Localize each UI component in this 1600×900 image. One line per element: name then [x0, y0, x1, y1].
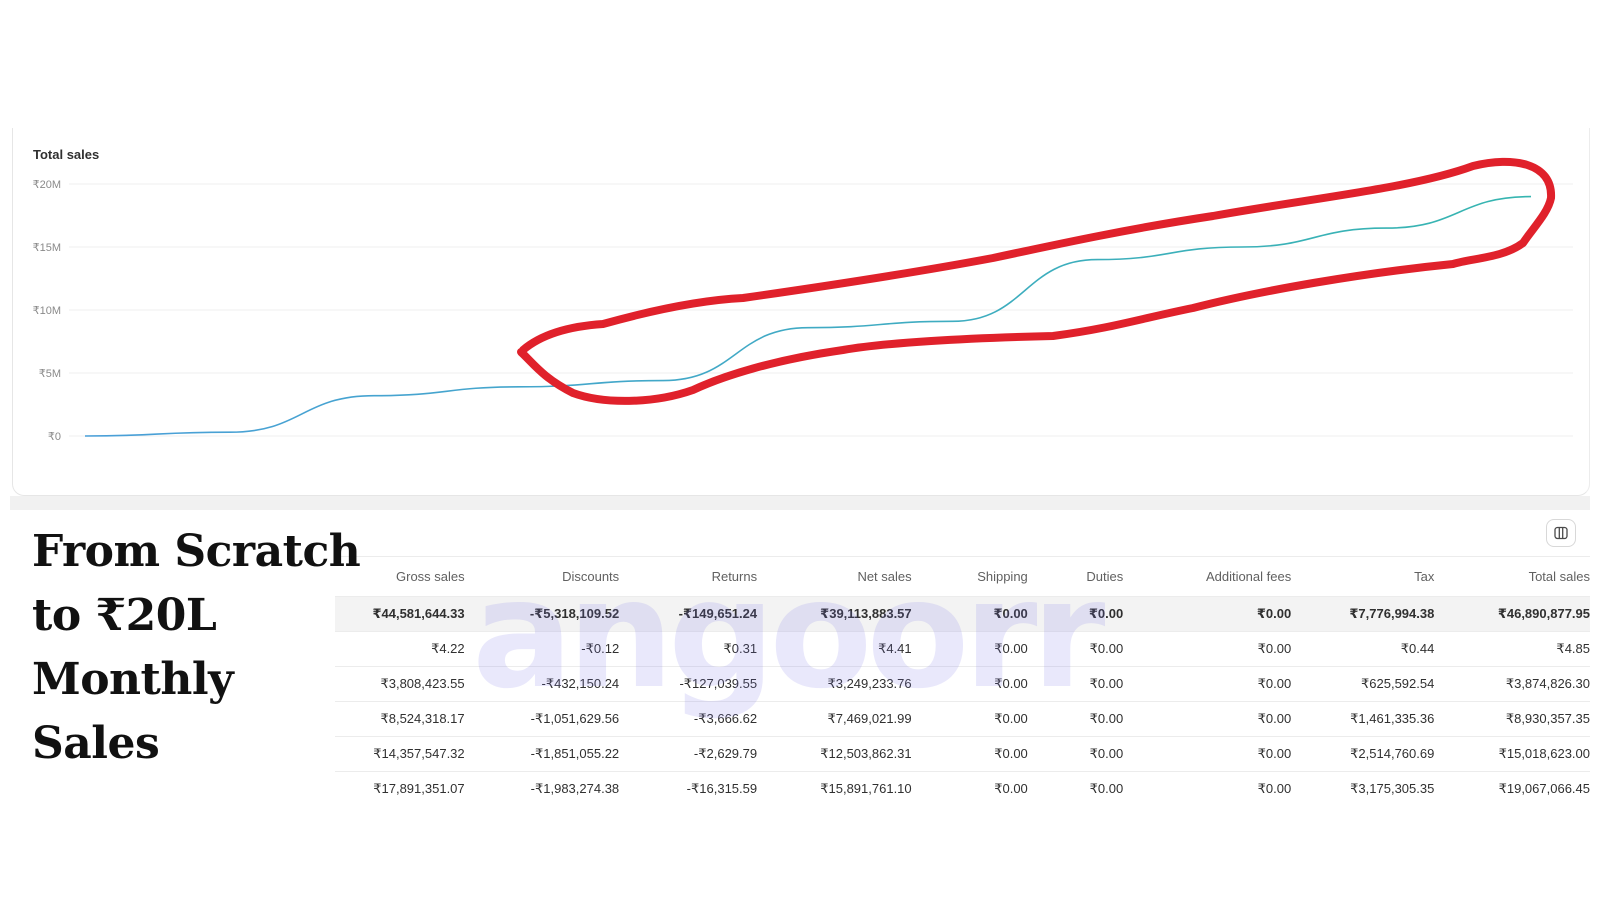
y-tick-label: ₹0: [48, 431, 61, 443]
summary-cell: ₹46,890,877.95: [1434, 595, 1590, 631]
table-cell: ₹0.00: [1123, 735, 1292, 771]
table-cell: ₹0.00: [1027, 665, 1124, 701]
series-line: [84, 195, 1532, 437]
table-cell: ₹8,930,357.35: [1434, 700, 1590, 736]
column-header[interactable]: Additional fees: [1123, 557, 1291, 596]
table-cell: -₹1,983,274.38: [464, 770, 620, 806]
table-cell: ₹0.44: [1291, 630, 1435, 666]
table-cell: ₹0.00: [911, 735, 1028, 771]
column-header[interactable]: Shipping: [912, 557, 1028, 596]
table-cell: ₹7,469,021.99: [757, 700, 912, 736]
column-header[interactable]: Returns: [619, 557, 758, 596]
headline-line-1: From Scratch: [32, 526, 361, 577]
columns-icon: [1554, 526, 1568, 540]
column-header[interactable]: Net sales: [757, 557, 911, 596]
table-cell: -₹1,851,055.22: [464, 735, 620, 771]
table-cell: ₹625,592.54: [1291, 665, 1435, 701]
y-tick-label: ₹15M: [33, 242, 61, 254]
total-sales-chart: ₹20M ₹15M ₹10M ₹5M ₹0: [33, 157, 1573, 443]
table-cell: ₹4.22: [335, 630, 465, 666]
y-tick-label: ₹5M: [39, 368, 61, 380]
table-cell: -₹1,051,629.56: [464, 700, 620, 736]
summary-cell: ₹0.00: [911, 595, 1028, 631]
table-cell: -₹127,039.55: [619, 665, 758, 701]
summary-cell: -₹149,651.24: [619, 595, 758, 631]
table-cell: -₹3,666.62: [619, 700, 758, 736]
table-cell: ₹0.00: [1123, 770, 1292, 806]
table-cell: ₹3,808,423.55: [335, 665, 465, 701]
table-row[interactable]: ₹17,891,351.07 -₹1,983,274.38 -₹16,315.59 ₹…: [335, 770, 1590, 806]
table-cell: -₹2,629.79: [619, 735, 758, 771]
table-cell: ₹0.00: [1123, 630, 1292, 666]
table-cell: -₹432,150.24: [464, 665, 620, 701]
table-cell: ₹19,067,066.45: [1434, 770, 1590, 806]
table-cell: ₹3,249,233.76: [757, 665, 912, 701]
y-tick-label: ₹10M: [33, 305, 61, 317]
summary-cell: ₹7,776,994.38: [1291, 595, 1435, 631]
section-divider: [10, 496, 1590, 510]
summary-cell: ₹0.00: [1123, 595, 1292, 631]
table-cell: ₹3,874,826.30: [1434, 665, 1590, 701]
table-cell: ₹17,891,351.07: [335, 770, 465, 806]
summary-cell: ₹44,581,644.33: [335, 595, 465, 631]
table-cell: ₹0.00: [1123, 665, 1292, 701]
column-toggle-button[interactable]: [1546, 519, 1576, 547]
sales-table: Gross sales Discounts Returns Net sales Ship…: [335, 557, 1590, 806]
column-header[interactable]: Tax: [1291, 557, 1434, 596]
table-cell: ₹2,514,760.69: [1291, 735, 1435, 771]
headline-line-4: Sales: [32, 718, 160, 769]
summary-cell: -₹5,318,109.52: [464, 595, 620, 631]
table-row[interactable]: ₹14,357,547.32 -₹1,851,055.22 -₹2,629.79 ₹1…: [335, 735, 1590, 771]
table-row[interactable]: ₹3,808,423.55 -₹432,150.24 -₹127,039.55 ₹3,…: [335, 665, 1590, 701]
table-cell: ₹0.31: [619, 630, 758, 666]
table-cell: ₹0.00: [1027, 770, 1124, 806]
summary-row: ₹44,581,644.33 -₹5,318,109.52 -₹149,651.24…: [335, 595, 1590, 631]
total-sales-chart-card: Total sales ₹20M ₹15M ₹10M ₹5M ₹0: [12, 128, 1590, 496]
column-header[interactable]: Total sales: [1434, 557, 1590, 596]
table-cell: ₹0.00: [911, 630, 1028, 666]
column-header[interactable]: Discounts: [465, 557, 619, 596]
table-cell: ₹0.00: [911, 665, 1028, 701]
table-cell: ₹1,461,335.36: [1291, 700, 1435, 736]
headline-line-2: to ₹20L: [32, 590, 217, 641]
table-cell: -₹0.12: [464, 630, 620, 666]
table-cell: ₹0.00: [1123, 700, 1292, 736]
table-cell: ₹14,357,547.32: [335, 735, 465, 771]
table-row[interactable]: ₹4.22 -₹0.12 ₹0.31 ₹4.41 ₹0.00 ₹0.00 ₹0.00 ₹0.4…: [335, 630, 1590, 666]
table-cell: ₹0.00: [911, 770, 1028, 806]
table-cell: ₹15,018,623.00: [1434, 735, 1590, 771]
summary-cell: ₹39,113,883.57: [757, 595, 912, 631]
table-cell: ₹0.00: [1027, 735, 1124, 771]
summary-cell: ₹0.00: [1027, 595, 1124, 631]
column-header[interactable]: Duties: [1028, 557, 1123, 596]
table-cell: ₹4.85: [1434, 630, 1590, 666]
table-cell: ₹15,891,761.10: [757, 770, 912, 806]
table-cell: ₹0.00: [1027, 700, 1124, 736]
table-cell: -₹16,315.59: [619, 770, 758, 806]
table-cell: ₹4.41: [757, 630, 912, 666]
table-cell: ₹0.00: [1027, 630, 1124, 666]
table-header-row: Gross sales Discounts Returns Net sales Ship…: [335, 557, 1590, 596]
table-cell: ₹3,175,305.35: [1291, 770, 1435, 806]
table-cell: ₹0.00: [911, 700, 1028, 736]
headline-line-3: Monthly: [32, 654, 234, 705]
table-cell: ₹8,524,318.17: [335, 700, 465, 736]
headline-overlay: From Scratch to ₹20L Monthly Sales: [20, 520, 361, 810]
table-row[interactable]: ₹8,524,318.17 -₹1,051,629.56 -₹3,666.62 ₹7,…: [335, 700, 1590, 736]
y-tick-label: ₹20M: [33, 179, 61, 191]
table-cell: ₹12,503,862.31: [757, 735, 912, 771]
